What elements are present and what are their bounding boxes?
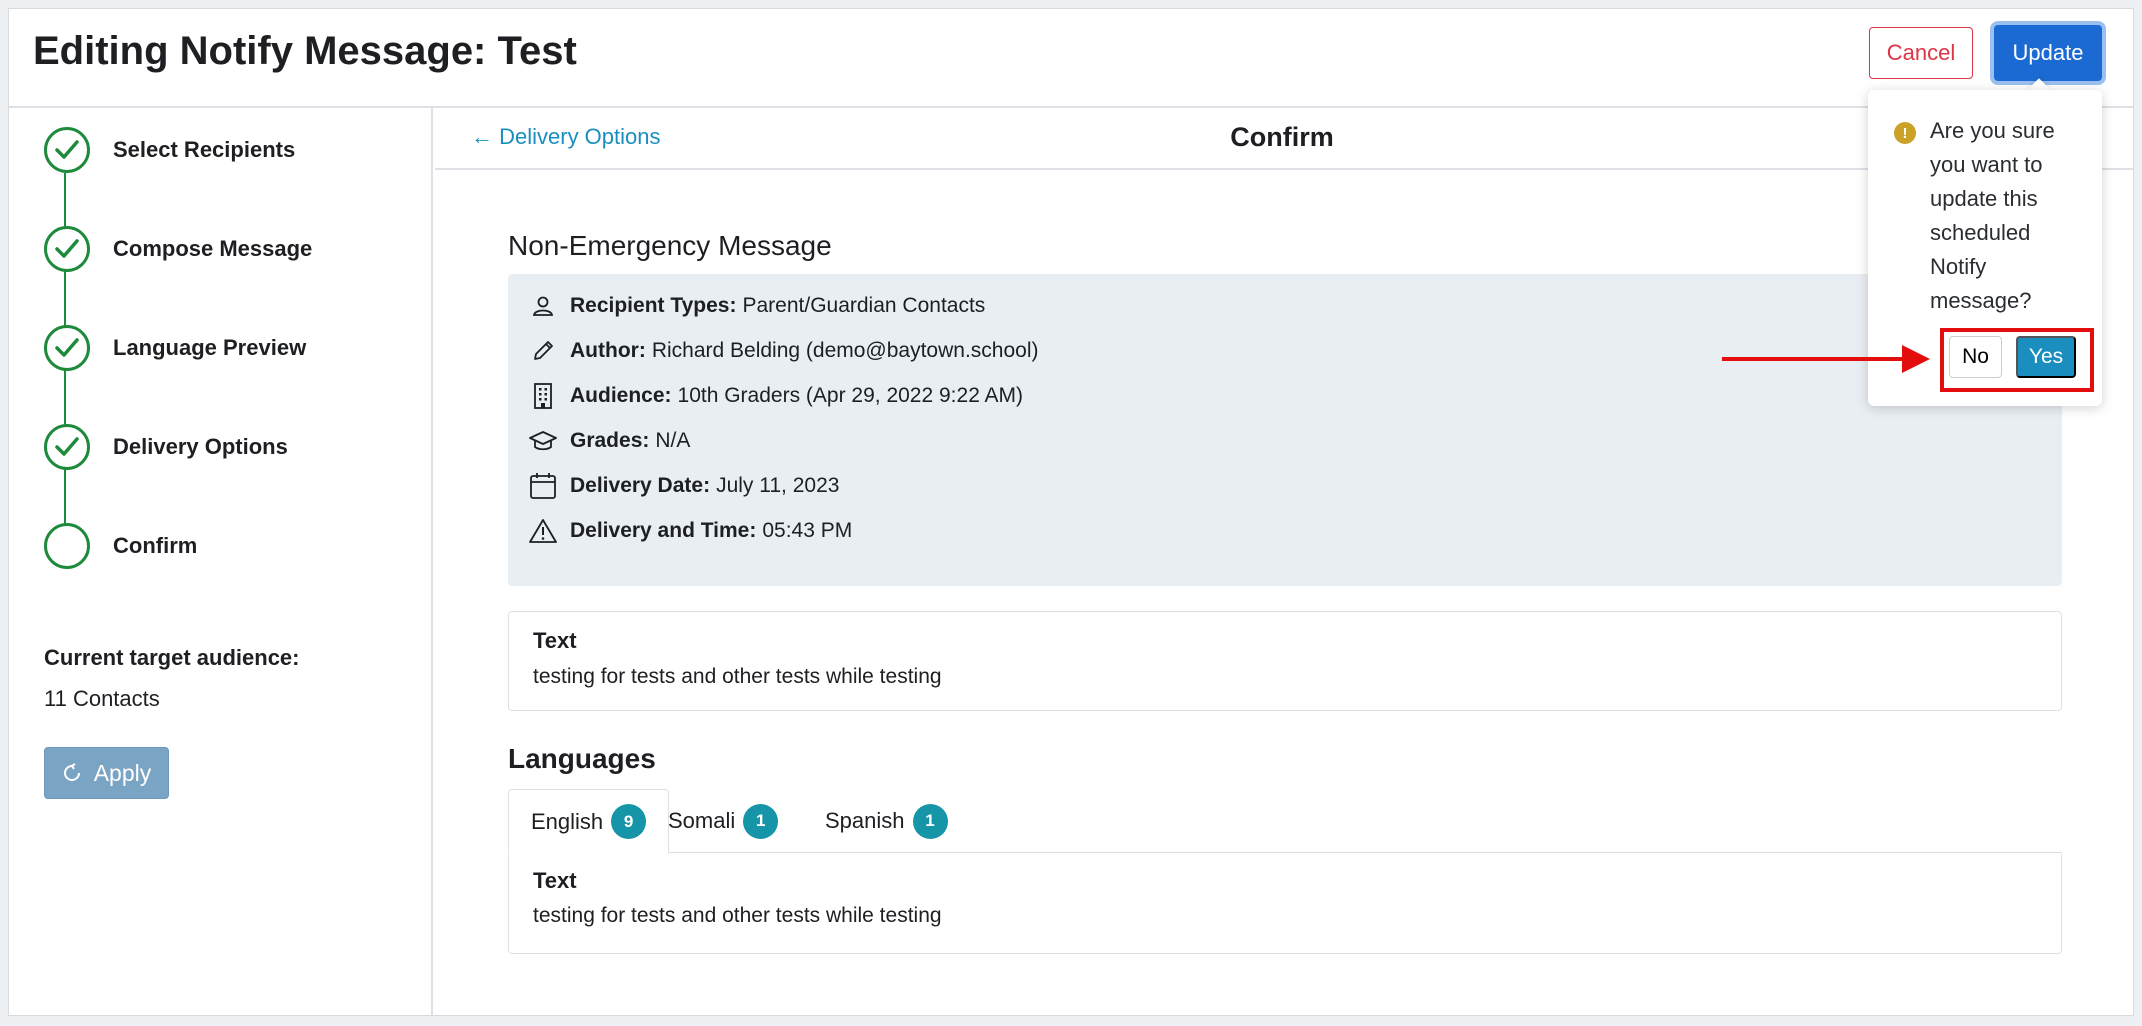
step-label: Delivery Options <box>113 434 288 459</box>
popover-message: Are you sure you want to update this sch… <box>1930 118 2055 313</box>
step-language-preview[interactable]: Language Preview <box>44 325 306 371</box>
annotation-arrow-line <box>1722 357 1906 361</box>
target-audience-label: Current target audience: <box>44 645 300 670</box>
info-row-audience: Audience: 10th Graders (Apr 29, 2022 9:22… <box>528 381 1023 411</box>
calendar-icon <box>528 471 558 501</box>
annotation-highlight-box <box>1940 328 2094 392</box>
text-card-body: testing for tests and other tests while … <box>533 904 942 927</box>
check-icon <box>44 424 90 470</box>
info-value: N/A <box>655 429 691 452</box>
info-row-recipient-types: Recipient Types: Parent/Guardian Contacts <box>528 291 985 321</box>
count-badge: 1 <box>743 803 779 839</box>
check-icon <box>44 325 90 371</box>
count-badge: 9 <box>611 804 647 839</box>
app-frame: Editing Notify Message: Test Cancel Upda… <box>8 8 2134 1016</box>
info-value: July 11, 2023 <box>716 474 840 497</box>
update-button[interactable]: Update <box>1994 25 2102 81</box>
tab-somali[interactable]: Somali 1 <box>646 789 800 853</box>
person-icon <box>528 291 558 321</box>
apply-button[interactable]: Apply <box>44 747 169 799</box>
step-label: Select Recipients <box>113 137 296 162</box>
pencil-icon <box>528 336 558 366</box>
step-confirm[interactable]: Confirm <box>44 523 197 569</box>
page-header: Editing Notify Message: Test Cancel Upda… <box>9 9 2133 108</box>
tab-english[interactable]: English 9 <box>508 789 670 854</box>
target-audience-value: 11 Contacts <box>44 686 160 711</box>
info-label: Author: <box>570 339 646 362</box>
page-title: Editing Notify Message: Test <box>33 29 577 73</box>
step-label: Confirm <box>113 533 198 558</box>
tab-spanish[interactable]: Spanish 1 <box>803 789 970 853</box>
text-card-heading: Text <box>533 868 577 893</box>
text-card-body: testing for tests and other tests while … <box>533 665 942 688</box>
tab-label: Spanish <box>825 808 905 833</box>
message-summary-box: Recipient Types: Parent/Guardian Contacts… <box>508 274 2062 586</box>
step-label: Language Preview <box>113 335 307 360</box>
languages-title: Languages <box>508 743 656 774</box>
exclamation-icon: ! <box>1894 122 1916 144</box>
info-label: Audience: <box>570 384 672 407</box>
stepper-sidebar: Select Recipients Compose Message Langua… <box>9 108 433 1015</box>
check-icon <box>44 127 90 173</box>
text-card-heading: Text <box>533 628 577 653</box>
step-circle-icon <box>44 523 90 569</box>
info-value: 10th Graders (Apr 29, 2022 9:22 AM) <box>677 384 1024 407</box>
step-label: Compose Message <box>113 236 313 261</box>
info-label: Delivery and Time: <box>570 519 757 542</box>
cancel-button[interactable]: Cancel <box>1869 27 1973 79</box>
info-row-author: Author: Richard Belding (demo@baytown.sch… <box>528 336 1039 366</box>
info-value: 05:43 PM <box>762 519 853 542</box>
info-label: Delivery Date: <box>570 474 711 497</box>
message-text-card: Text testing for tests and other tests w… <box>508 611 2062 711</box>
building-icon <box>528 381 558 411</box>
warning-icon <box>528 516 558 546</box>
info-row-delivery-time: Delivery and Time: 05:43 PM <box>528 516 852 546</box>
info-row-grades: Grades: N/A <box>528 426 690 456</box>
info-row-delivery-date: Delivery Date: July 11, 2023 <box>528 471 839 501</box>
info-label: Recipient Types: <box>570 294 737 317</box>
check-icon <box>44 226 90 272</box>
tab-label: Somali <box>668 808 736 833</box>
info-value: Parent/Guardian Contacts <box>742 294 986 317</box>
info-value: Richard Belding (demo@baytown.school) <box>651 339 1039 362</box>
apply-label: Apply <box>93 759 152 786</box>
info-label: Grades: <box>570 429 650 452</box>
step-select-recipients[interactable]: Select Recipients <box>44 127 295 173</box>
language-text-card: Text testing for tests and other tests w… <box>508 854 2062 954</box>
refresh-icon <box>63 763 80 781</box>
step-compose-message[interactable]: Compose Message <box>44 226 312 272</box>
annotation-arrow-head <box>1902 345 1930 373</box>
tab-label: English <box>531 808 604 834</box>
count-badge: 1 <box>912 803 948 839</box>
language-tabs: English 9 Somali 1 Spanish 1 <box>508 789 2062 854</box>
message-type-title: Non-Emergency Message <box>508 230 832 261</box>
graduation-cap-icon <box>528 426 558 456</box>
step-delivery-options[interactable]: Delivery Options <box>44 424 288 470</box>
back-to-delivery-options-link[interactable]: ← Delivery Options <box>471 124 661 150</box>
